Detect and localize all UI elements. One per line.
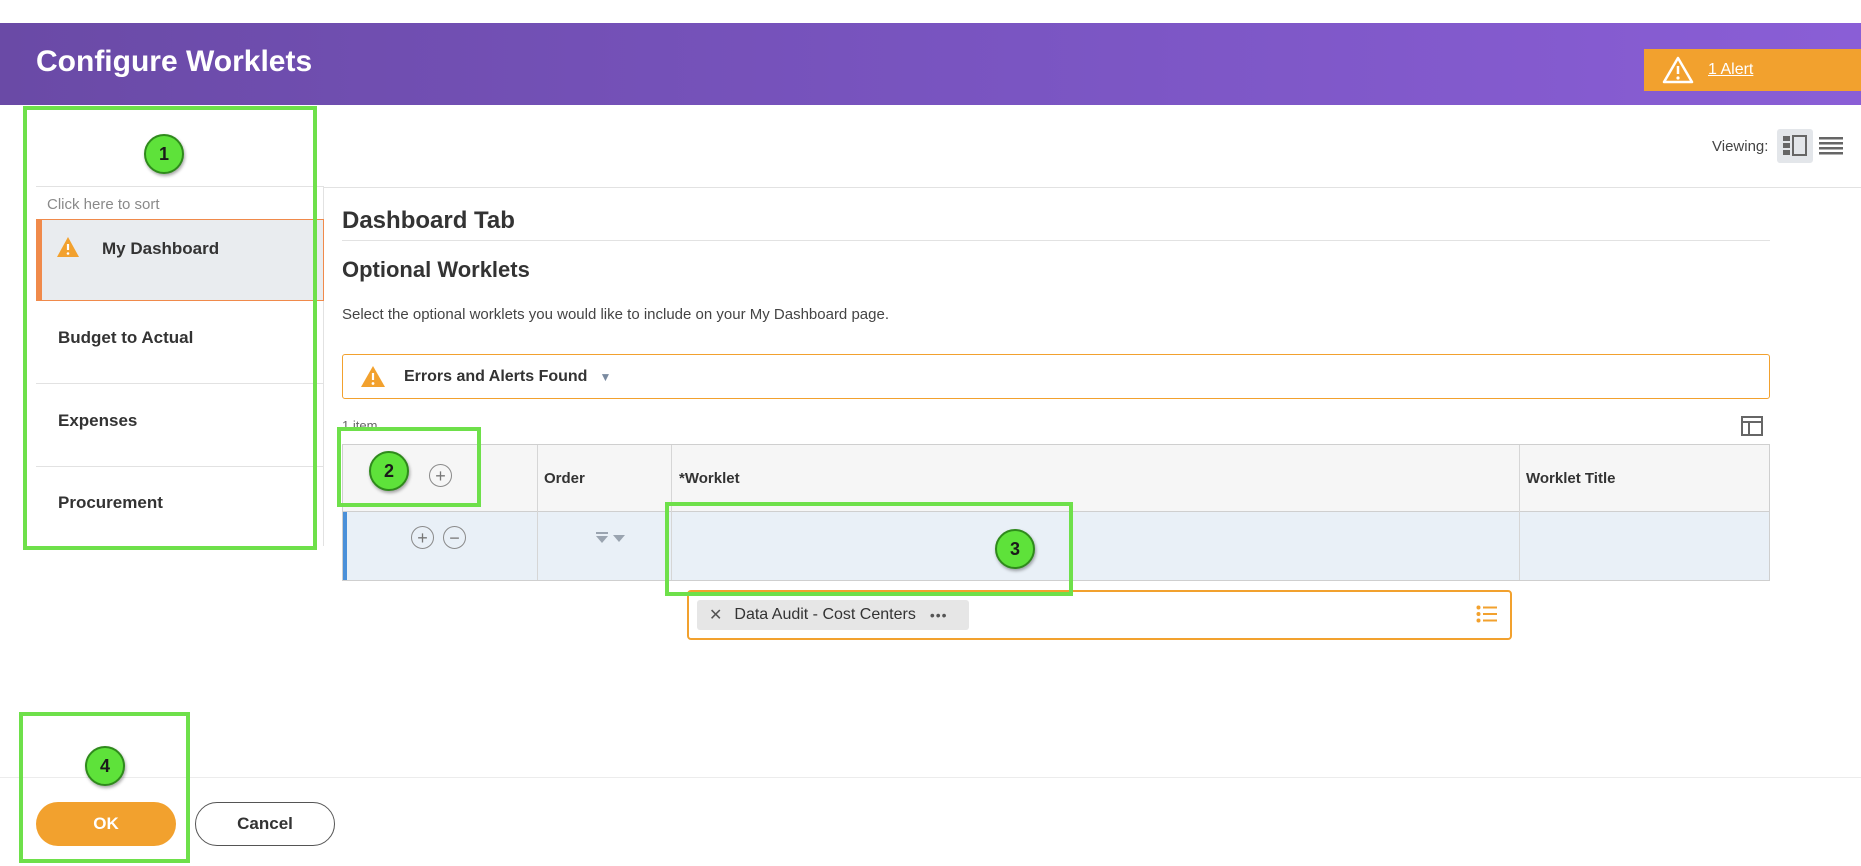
worklet-title-cell[interactable] xyxy=(1526,512,1771,578)
add-row-button[interactable]: + xyxy=(411,526,434,549)
cancel-button[interactable]: Cancel xyxy=(195,802,335,846)
annotation-badge-3: 3 xyxy=(995,529,1035,569)
annotation-box-4 xyxy=(19,712,190,863)
column-header-worklet-title: Worklet Title xyxy=(1526,470,1616,487)
footer-divider xyxy=(0,777,1861,778)
warning-icon xyxy=(361,366,385,387)
page-header: Configure Worklets 1 Alert xyxy=(0,23,1861,105)
title-divider xyxy=(342,240,1770,241)
annotation-badge-4: 4 xyxy=(85,746,125,786)
description-text: Select the optional worklets you would l… xyxy=(342,306,889,323)
warning-icon xyxy=(1662,56,1694,84)
alert-label: 1 Alert xyxy=(1708,61,1754,78)
table-layout-icon[interactable] xyxy=(1741,416,1763,436)
worklet-field[interactable]: ✕ Data Audit - Cost Centers ••• xyxy=(687,590,1512,640)
column-separator xyxy=(1519,445,1520,580)
column-header-worklet: *Worklet xyxy=(679,470,740,487)
annotation-badge-2: 2 xyxy=(369,451,409,491)
subsection-title: Optional Worklets xyxy=(342,257,530,282)
selected-worklet-pill: ✕ Data Audit - Cost Centers ••• xyxy=(697,600,969,630)
prompt-list-icon[interactable] xyxy=(1476,605,1498,623)
remove-pill-icon[interactable]: ✕ xyxy=(709,605,722,625)
column-header-order: Order xyxy=(544,470,585,487)
alert-button[interactable]: 1 Alert xyxy=(1644,49,1861,91)
section-title: Dashboard Tab xyxy=(342,207,515,234)
page-title: Configure Worklets xyxy=(36,45,313,78)
remove-row-button[interactable]: − xyxy=(443,526,466,549)
list-view-button[interactable] xyxy=(1813,129,1849,163)
selected-worklet-label: Data Audit - Cost Centers xyxy=(734,606,916,623)
annotation-badge-1: 1 xyxy=(144,134,184,174)
reorder-icon[interactable] xyxy=(595,532,627,546)
content-divider xyxy=(323,187,1861,188)
column-separator xyxy=(537,445,538,580)
more-options-icon[interactable]: ••• xyxy=(930,607,948,623)
viewing-label: Viewing: xyxy=(1712,138,1769,155)
detail-view-icon xyxy=(1783,135,1807,156)
errors-alerts-toggle[interactable]: Errors and Alerts Found ▼ xyxy=(342,354,1770,399)
annotation-box-2 xyxy=(337,427,481,507)
list-view-icon xyxy=(1819,137,1843,155)
errors-label: Errors and Alerts Found xyxy=(404,367,588,385)
chevron-down-icon: ▼ xyxy=(599,369,612,384)
detail-view-button[interactable] xyxy=(1777,129,1813,163)
